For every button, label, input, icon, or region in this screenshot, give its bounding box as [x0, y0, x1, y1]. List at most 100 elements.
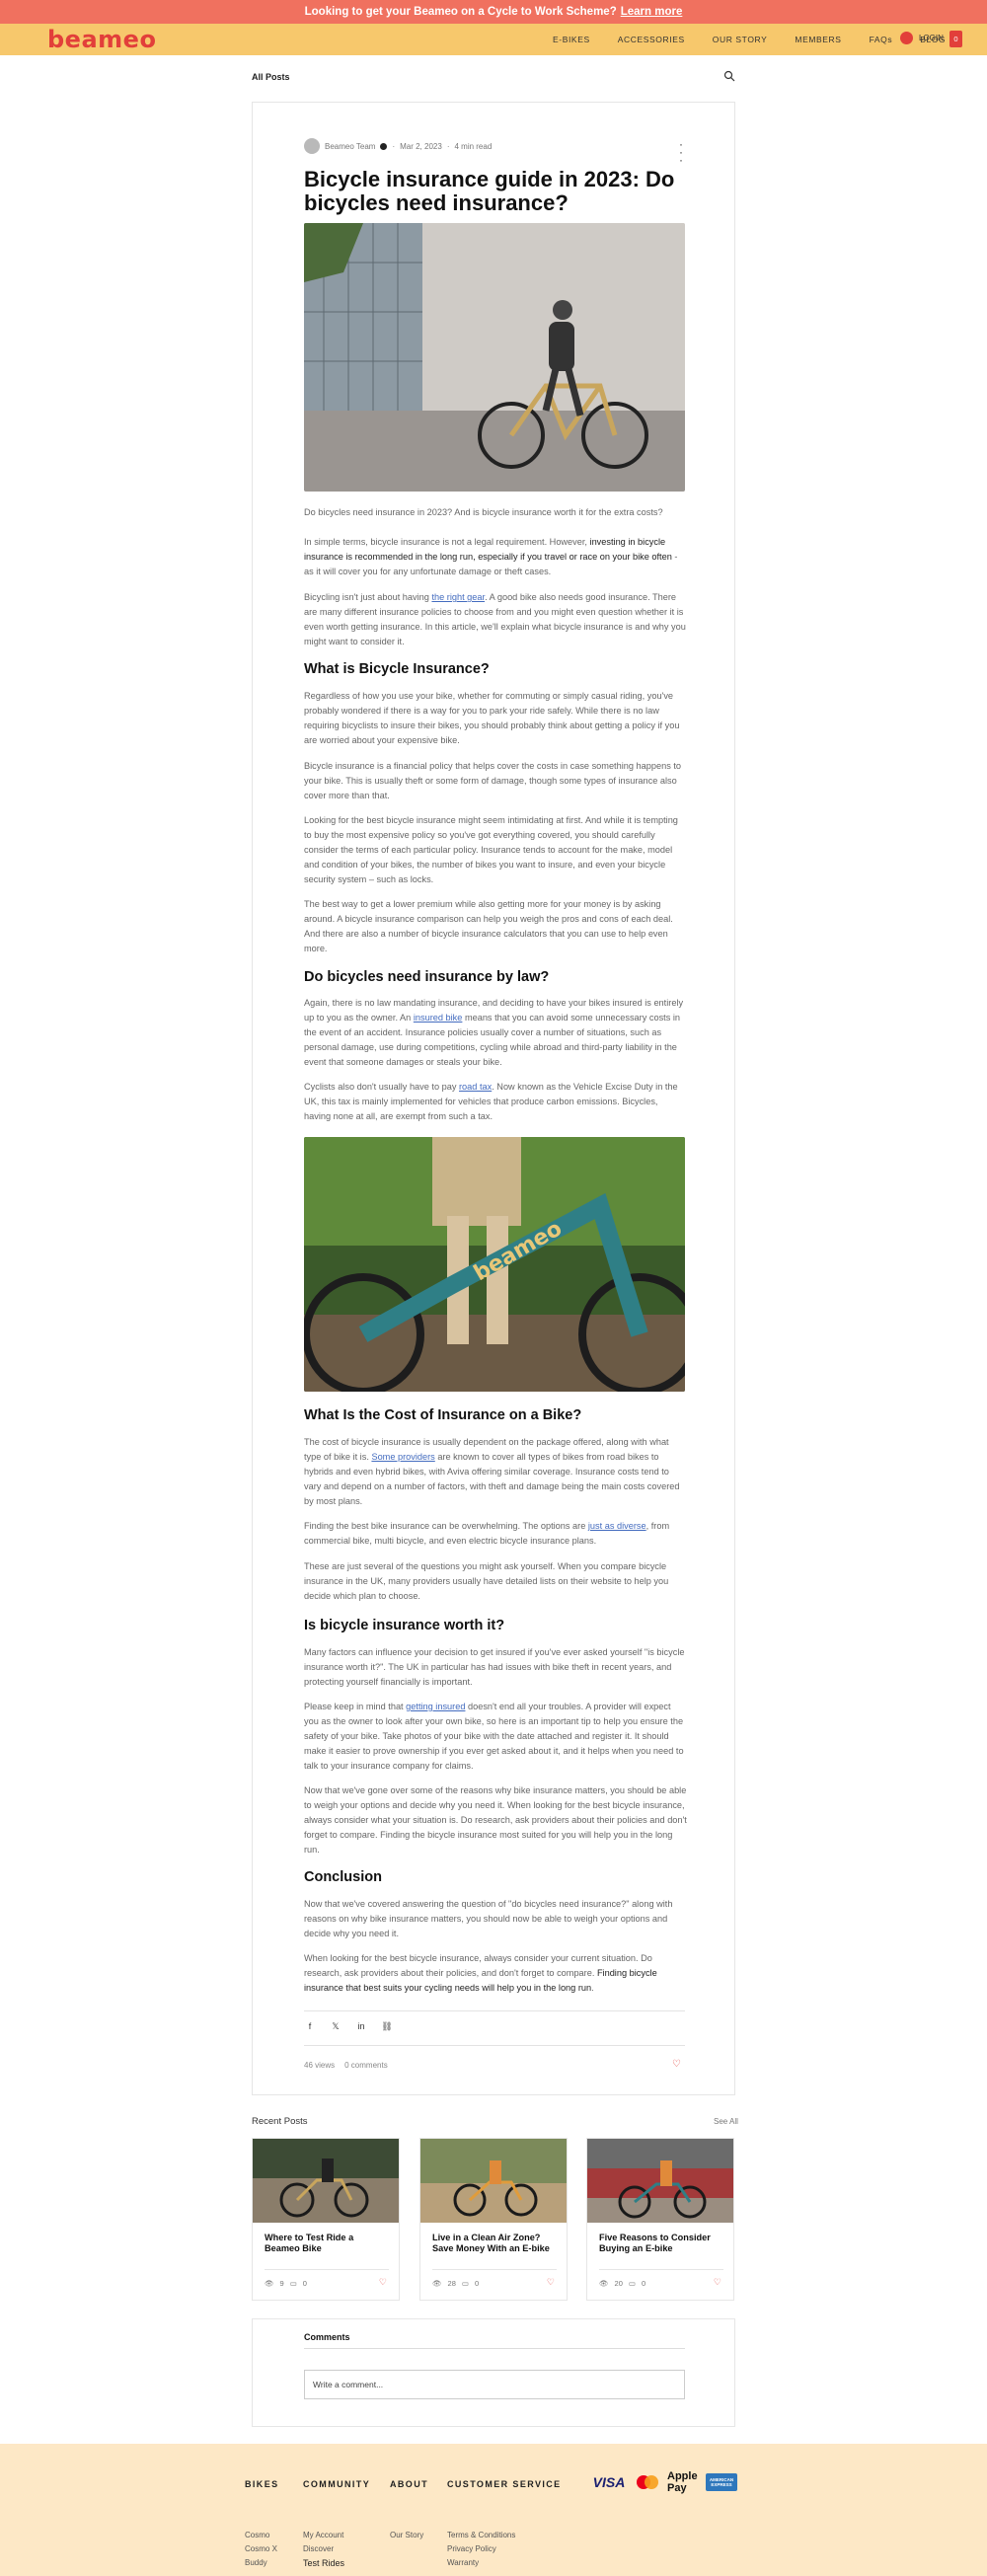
recent-post-stats: 👁 9 ▭ 0 — [265, 2279, 307, 2288]
recent-post-title[interactable]: Live in a Clean Air Zone? Save Money Wit… — [432, 2233, 557, 2254]
post-date: Mar 2, 2023 — [400, 141, 442, 151]
eye-icon: 👁 — [265, 2279, 274, 2288]
all-posts-link[interactable]: All Posts — [252, 72, 290, 82]
recent-post-card[interactable]: Five Reasons to Consider Buying an E-bik… — [586, 2138, 734, 2301]
apple-pay-label: Apple Pay — [667, 2470, 698, 2494]
cart-count: 0 — [953, 35, 958, 43]
cart-icon[interactable]: 0 — [949, 31, 962, 47]
comments-count[interactable]: 0 comments — [344, 2061, 388, 2070]
facebook-icon[interactable]: f — [304, 2021, 316, 2032]
paragraph: Bicycle insurance is a financial policy … — [304, 761, 681, 800]
blog-subnav: All Posts — [252, 67, 735, 87]
footer-link-terms[interactable]: Terms & Conditions — [447, 2531, 515, 2539]
footer-link-discover[interactable]: Discover — [303, 2544, 334, 2553]
read-time: 4 min read — [454, 141, 493, 151]
comments-count: 0 — [641, 2279, 646, 2288]
comment-icon: ▭ — [289, 2279, 297, 2288]
some-providers-link[interactable]: Some providers — [371, 1452, 434, 1462]
text: Finding the best bike insurance can be o… — [304, 1521, 588, 1531]
divider — [304, 2348, 685, 2349]
paragraph: These are just several of the questions … — [304, 1561, 669, 1601]
divider — [432, 2269, 557, 2270]
footer-heading-bikes: BIKES — [245, 2479, 279, 2489]
recent-post-card[interactable]: Live in a Clean Air Zone? Save Money Wit… — [419, 2138, 568, 2301]
footer-link-cosmo-x[interactable]: Cosmo X — [245, 2544, 277, 2553]
paragraph-gear: Bicycling isn't just about having the ri… — [304, 590, 687, 649]
footer-link-test-rides[interactable]: Test Rides — [303, 2558, 344, 2568]
heart-icon[interactable]: ♡ — [672, 2059, 681, 2070]
author-name[interactable]: Beameo Team — [325, 142, 375, 151]
just-as-diverse-link[interactable]: just as diverse — [588, 1521, 646, 1531]
hero-image — [304, 223, 685, 492]
recent-post-image — [587, 2139, 733, 2223]
comment-icon: ▭ — [461, 2279, 469, 2288]
nav-item-accessories[interactable]: ACCESSORIES — [618, 35, 685, 44]
footer-link-cosmo[interactable]: Cosmo — [245, 2531, 269, 2539]
nav-item-members[interactable]: MEMBERS — [795, 35, 841, 44]
recent-post-title[interactable]: Five Reasons to Consider Buying an E-bik… — [599, 2233, 723, 2254]
comment-input[interactable]: Write a comment... — [304, 2370, 685, 2399]
see-all-link[interactable]: See All — [714, 2117, 738, 2126]
nav-item-faqs[interactable]: FAQs — [870, 35, 893, 44]
post-title: Bicycle insurance guide in 2023: Do bicy… — [304, 167, 675, 215]
nav-item-our-story[interactable]: OUR STORY — [713, 35, 768, 44]
comments-count: 0 — [474, 2279, 480, 2288]
author-avatar[interactable] — [304, 138, 320, 154]
login-label: LOGIN — [919, 34, 944, 42]
footer-heading-customer-service: CUSTOMER SERVICE — [447, 2479, 562, 2489]
search-icon[interactable] — [723, 70, 735, 82]
right-gear-link[interactable]: the right gear — [431, 592, 485, 602]
footer-link-buddy[interactable]: Buddy — [245, 2558, 267, 2567]
getting-insured-link[interactable]: getting insured — [406, 1702, 465, 1711]
paragraph: Looking for the best bicycle insurance m… — [304, 815, 678, 884]
heart-icon[interactable]: ♡ — [379, 2277, 387, 2288]
recent-post-image — [253, 2139, 399, 2223]
paragraph-getting-insured: Please keep in mind that getting insured… — [304, 1700, 687, 1774]
paragraph-road-tax: Cyclists also don't usually have to pay … — [304, 1080, 687, 1124]
views-count: 9 — [279, 2279, 284, 2288]
footer-link-warranty[interactable]: Warranty — [447, 2558, 479, 2567]
x-icon[interactable]: 𝕏 — [330, 2021, 342, 2032]
recent-post-image — [420, 2139, 567, 2223]
more-actions-icon[interactable]: · · · — [679, 138, 683, 166]
promo-learn-more-link[interactable]: Learn more — [621, 6, 683, 18]
heart-icon[interactable]: ♡ — [714, 2277, 721, 2288]
visa-icon: VISA — [592, 2474, 626, 2490]
footer-heading-about: ABOUT — [390, 2479, 428, 2489]
paragraph-final: When looking for the best bicycle insura… — [304, 1951, 687, 1996]
paragraph-cost: The cost of bicycle insurance is usually… — [304, 1435, 687, 1509]
paragraph-legal: In simple terms, bicycle insurance is no… — [304, 535, 687, 579]
paragraph-law: Again, there is no law mandating insuran… — [304, 996, 687, 1070]
promo-banner: Looking to get your Beameo on a Cycle to… — [0, 0, 987, 24]
promo-text: Looking to get your Beameo on a Cycle to… — [304, 6, 617, 18]
paragraph: Regardless of how you use your bike, whe… — [304, 691, 680, 745]
amex-icon: AMERICAN EXPRESS — [706, 2473, 737, 2491]
heading-conclusion: Conclusion — [304, 1869, 382, 1885]
text: Bicycling isn't just about having — [304, 592, 432, 602]
comments-count: 0 — [302, 2279, 307, 2288]
nav-item-ebikes[interactable]: E-BIKES — [553, 35, 590, 44]
main-nav: beameo E-BIKES ACCESSORIES OUR STORY MEM… — [0, 24, 987, 55]
road-tax-link[interactable]: road tax — [459, 1082, 492, 1092]
divider — [599, 2269, 723, 2270]
insured-bike-link[interactable]: insured bike — [414, 1013, 463, 1023]
footer-link-my-account[interactable]: My Account — [303, 2531, 343, 2539]
heading-cost: What Is the Cost of Insurance on a Bike? — [304, 1407, 582, 1423]
heart-icon[interactable]: ♡ — [547, 2277, 555, 2288]
footer-link-our-story[interactable]: Our Story — [390, 2531, 423, 2539]
article-card: Beameo Team · Mar 2, 2023 · 4 min read ·… — [252, 102, 735, 2095]
beameo-logo[interactable]: beameo — [47, 26, 156, 53]
text: . — [591, 1983, 594, 1993]
linkedin-icon[interactable]: in — [355, 2021, 367, 2032]
login-button[interactable]: LOGIN — [900, 32, 944, 44]
views-count: 28 — [447, 2279, 456, 2288]
text: In simple terms, bicycle insurance is no… — [304, 537, 590, 547]
recent-post-title[interactable]: Where to Test Ride a Beameo Bike — [265, 2233, 389, 2254]
link-icon[interactable]: ⛓ — [381, 2021, 393, 2032]
footer-heading-community: COMMUNITY — [303, 2479, 371, 2489]
footer-link-privacy[interactable]: Privacy Policy — [447, 2544, 496, 2553]
intro-paragraph: Do bicycles need insurance in 2023? And … — [304, 507, 663, 517]
paragraph-options: Finding the best bike insurance can be o… — [304, 1519, 687, 1549]
recent-post-card[interactable]: Where to Test Ride a Beameo Bike 👁 9 ▭ 0 ♡ — [252, 2138, 400, 2301]
meta-separator: · — [392, 141, 396, 151]
